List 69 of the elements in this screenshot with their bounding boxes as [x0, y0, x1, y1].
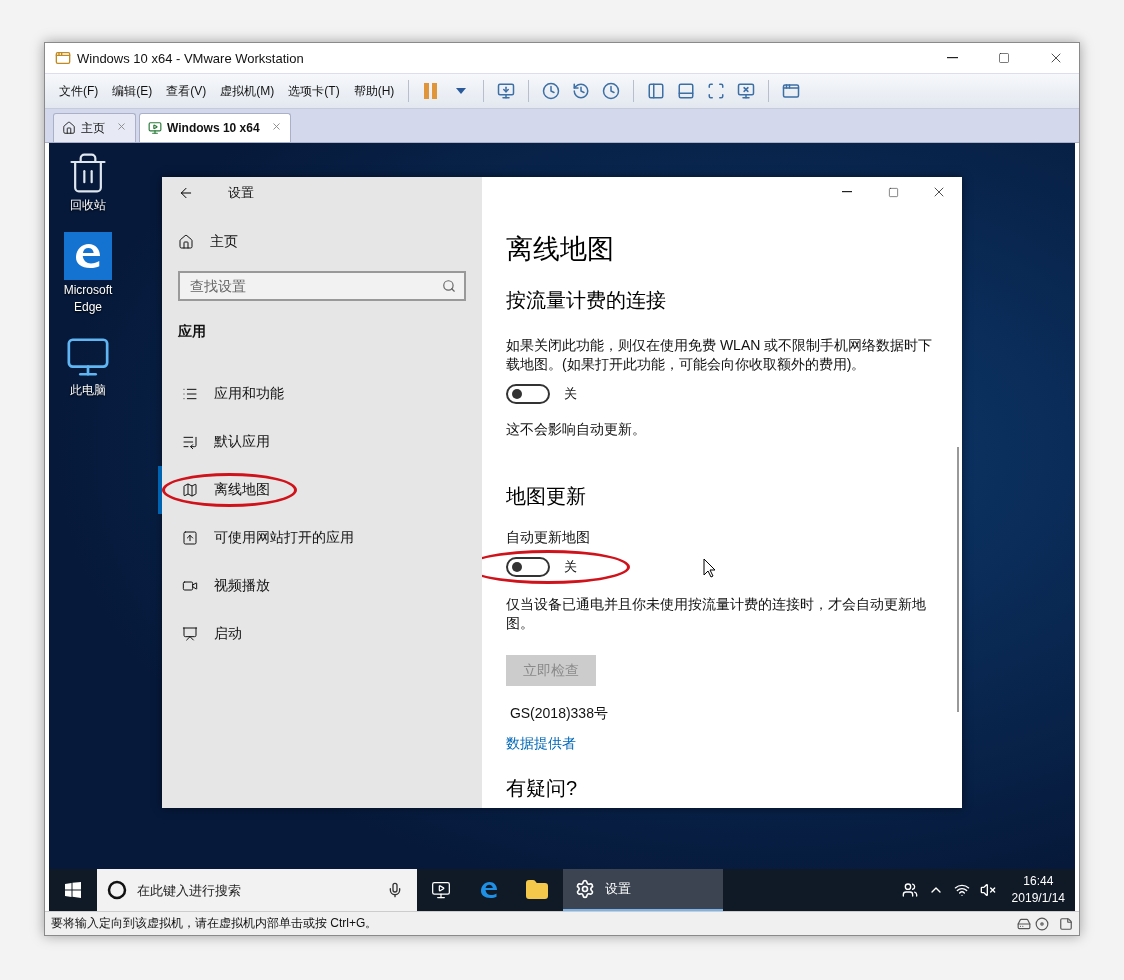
- status-text: 要将输入定向到该虚拟机，请在虚拟机内部单击或按 Ctrl+G。: [51, 915, 379, 932]
- toggle-switch[interactable]: [506, 557, 550, 577]
- maximize-icon: [887, 186, 899, 198]
- data-provider-link[interactable]: 数据提供者: [506, 735, 576, 753]
- toggle-state-label: 关: [564, 385, 577, 403]
- app-title: 设置: [228, 184, 254, 202]
- section-label: 应用: [178, 323, 207, 341]
- list-icon: [182, 386, 198, 402]
- license-number: GS(2018)338号: [508, 704, 608, 723]
- menu-item[interactable]: 文件(F): [53, 78, 105, 104]
- home-link[interactable]: 主页: [178, 233, 482, 251]
- windows-logo-icon[interactable]: [65, 882, 81, 898]
- tab[interactable]: Windows 10 x64: [139, 113, 291, 142]
- nav-item[interactable]: 可使用网站打开的应用: [162, 514, 482, 562]
- menu-item[interactable]: 帮助(H): [347, 78, 401, 104]
- description: 仅当设备已通电并且你未使用按流量计费的连接时，才会自动更新地图。: [506, 595, 927, 633]
- map-icon: [182, 482, 198, 498]
- close-icon[interactable]: [116, 121, 127, 132]
- network-icon[interactable]: [953, 882, 970, 898]
- vm-icon: [148, 121, 162, 135]
- clock-date: 2019/1/14: [1011, 890, 1065, 907]
- section-heading: 按流量计费的连接: [506, 288, 666, 313]
- note: 这不会影响自动更新。: [506, 420, 646, 439]
- menu-item[interactable]: 选项卡(T): [282, 78, 346, 104]
- page-title: 离线地图: [506, 233, 614, 266]
- nav-item[interactable]: 视频播放: [162, 562, 482, 610]
- desktop-icon-label: 回收站: [70, 197, 106, 214]
- home-icon: [178, 234, 194, 250]
- section-heading: 地图更新: [506, 484, 586, 509]
- menu-item[interactable]: 虚拟机(M): [214, 78, 281, 104]
- taskbar-app-button[interactable]: 设置: [563, 869, 723, 911]
- tab[interactable]: 主页: [53, 113, 136, 142]
- toggle-switch[interactable]: [506, 384, 550, 404]
- screen-icon: [182, 626, 198, 642]
- list-icon: [182, 434, 198, 450]
- microphone-icon[interactable]: [387, 882, 403, 898]
- maximize-icon: [998, 52, 1010, 64]
- clock[interactable]: 16:44 2019/1/14: [1011, 873, 1065, 907]
- nav-item[interactable]: 启动: [162, 610, 482, 658]
- folder-icon: [525, 878, 549, 902]
- close-icon[interactable]: [270, 121, 282, 132]
- minimize-icon: [842, 191, 852, 193]
- search-field[interactable]: 查找设置: [178, 271, 466, 301]
- mouse-pointer-icon: [703, 558, 717, 578]
- menu-item[interactable]: 查看(V): [160, 78, 213, 104]
- window-title: Windows 10 x64 - VMware Workstation: [77, 50, 305, 66]
- nav-item[interactable]: 默认应用: [162, 418, 482, 466]
- home-icon: [62, 121, 76, 135]
- upload-box-icon: [182, 530, 198, 546]
- nav-item[interactable]: 应用和功能: [162, 370, 482, 418]
- video-camera-icon: [182, 578, 198, 594]
- desktop-icon-label: Microsoft Edge: [62, 282, 114, 316]
- desktop-icon-label: 此电脑: [70, 382, 106, 399]
- note-icon[interactable]: [1059, 916, 1073, 931]
- people-icon[interactable]: [901, 882, 918, 898]
- pause-icon: [423, 82, 440, 100]
- description: 如果关闭此功能，则仅在使用免费 WLAN 或不限制手机网络数据时下载地图。(如果打开此功能，可能会向你收取额外的费用)。: [506, 336, 934, 374]
- clock-time: 16:44: [1023, 873, 1054, 890]
- search-icon: [442, 279, 456, 293]
- volume-muted-icon[interactable]: [979, 882, 996, 898]
- menu-item[interactable]: 编辑(E): [106, 78, 159, 104]
- minimize-icon: [946, 57, 958, 59]
- disc-icon[interactable]: [1035, 916, 1049, 931]
- toggle-title: 自动更新地图: [506, 528, 590, 547]
- toggle-state-label: 关: [564, 558, 577, 576]
- taskbar-search-field[interactable]: 在此键入进行搜索: [97, 869, 417, 911]
- section-heading: 有疑问?: [506, 776, 578, 801]
- settings-icon: [575, 879, 595, 899]
- back-icon[interactable]: [178, 185, 194, 201]
